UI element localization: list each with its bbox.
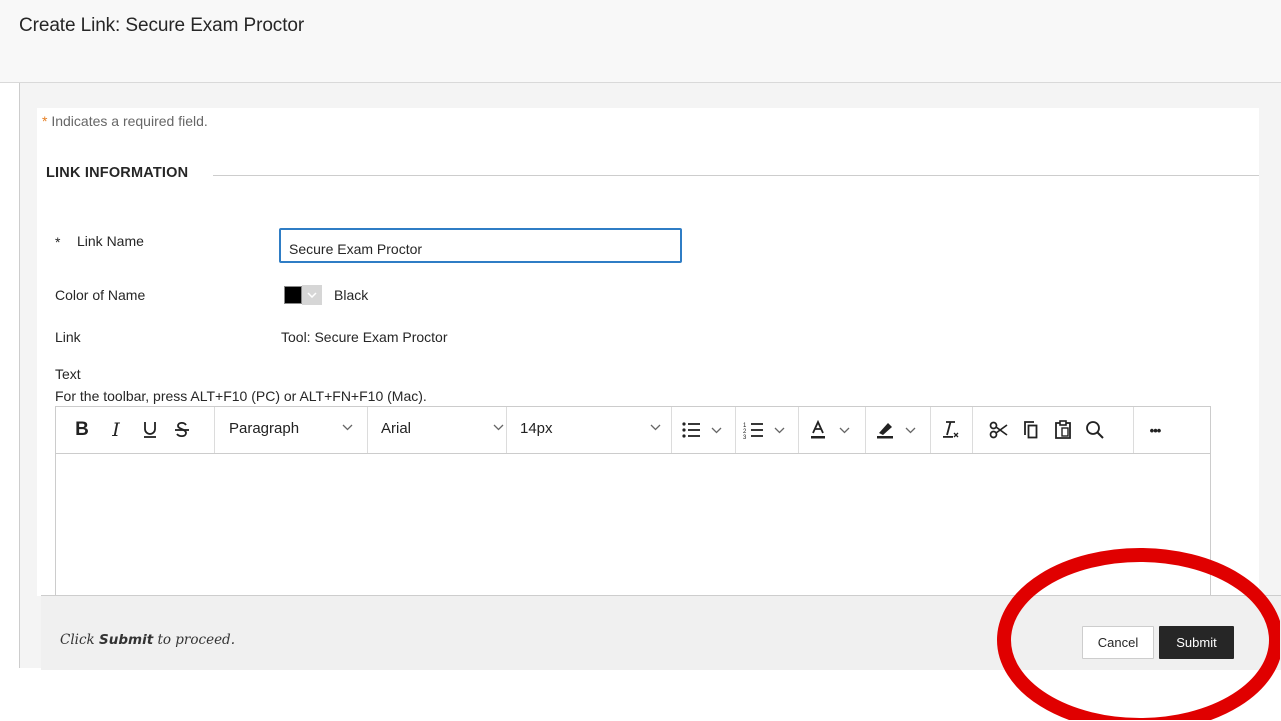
format-select-value: Paragraph (229, 420, 300, 437)
chevron-down-icon (493, 422, 504, 434)
toolbar-separator (798, 407, 799, 453)
strikethrough-icon[interactable] (168, 407, 196, 453)
color-picker[interactable] (284, 285, 326, 305)
required-field-note: * Indicates a required field. (42, 113, 208, 129)
editor-toolbar: B I Paragraph Arial 14px 1 2 3 ••• (56, 407, 1210, 454)
font-select-value: Arial (381, 420, 412, 437)
text-label: Text (55, 366, 81, 382)
svg-text:3: 3 (743, 435, 747, 440)
size-select-value: 14px (520, 420, 553, 437)
submit-button[interactable]: Submit (1159, 626, 1234, 659)
toolbar-separator (865, 407, 866, 453)
toolbar-separator (735, 407, 736, 453)
chevron-down-icon (650, 422, 661, 434)
page-title: Create Link: Secure Exam Proctor (19, 15, 305, 36)
color-of-name-label: Color of Name (55, 287, 146, 303)
copy-icon[interactable] (1016, 407, 1046, 453)
toolbar-separator (671, 407, 672, 453)
link-value: Tool: Secure Exam Proctor (281, 329, 448, 345)
page-header: Create Link: Secure Exam Proctor (0, 0, 1281, 83)
toolbar-separator (1133, 407, 1134, 453)
cut-icon[interactable] (984, 407, 1014, 453)
toolbar-separator (972, 407, 973, 453)
link-name-input[interactable] (279, 228, 682, 263)
color-value: Black (334, 287, 369, 303)
highlight-icon[interactable] (868, 407, 930, 453)
size-select[interactable]: 14px (507, 407, 671, 453)
font-select[interactable]: Arial (368, 407, 506, 453)
bullet-list-icon[interactable] (674, 407, 734, 453)
toolbar-help-text: For the toolbar, press ALT+F10 (PC) or A… (55, 388, 427, 404)
editor-content-area[interactable] (56, 454, 1210, 605)
search-icon[interactable] (1080, 407, 1110, 453)
footer-hint-bold: Submit (99, 632, 154, 648)
footer-hint-prefix: Click (60, 632, 99, 648)
underline-icon[interactable] (136, 407, 164, 453)
footer-hint-suffix: to proceed. (153, 632, 235, 648)
italic-icon[interactable]: I (102, 407, 130, 453)
text-editor[interactable]: B I Paragraph Arial 14px 1 2 3 ••• (55, 406, 1211, 606)
link-label: Link (55, 329, 81, 345)
section-divider (213, 175, 1259, 176)
link-name-required-star: * (55, 234, 61, 250)
required-note-text: Indicates a required field. (47, 113, 208, 129)
more-icon[interactable]: ••• (1135, 407, 1175, 453)
section-title: LINK INFORMATION (46, 165, 189, 181)
numbered-list-icon[interactable]: 1 2 3 (737, 407, 797, 453)
link-name-label: Link Name (77, 233, 144, 249)
bold-icon[interactable]: B (68, 407, 96, 453)
chevron-down-icon (342, 422, 353, 434)
chevron-down-icon[interactable] (302, 285, 322, 305)
paste-icon[interactable] (1048, 407, 1078, 453)
footer-hint: Click Submit to proceed. (60, 632, 235, 648)
cancel-button[interactable]: Cancel (1082, 626, 1154, 659)
toolbar-separator (930, 407, 931, 453)
text-color-icon[interactable] (802, 407, 864, 453)
color-swatch (284, 286, 302, 304)
clear-format-icon[interactable] (935, 407, 965, 453)
format-select[interactable]: Paragraph (215, 407, 367, 453)
